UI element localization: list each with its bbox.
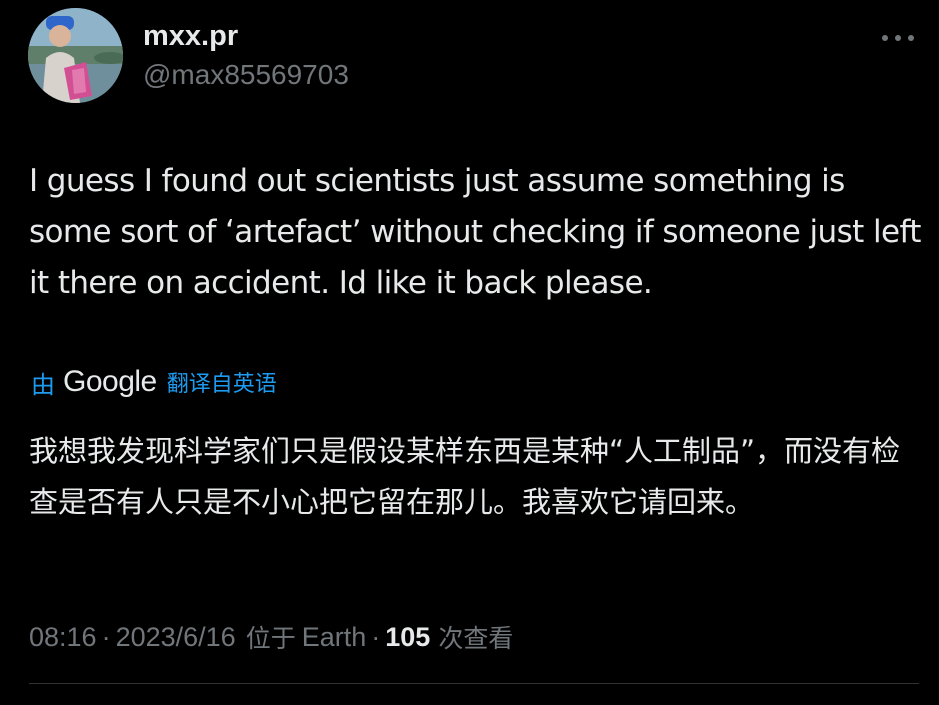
meta-separator: · <box>371 621 381 652</box>
user-photo-avatar <box>28 8 123 103</box>
views-count[interactable]: 105 <box>385 622 430 653</box>
divider <box>29 683 919 684</box>
translated-from-label: 翻译自英语 <box>166 372 277 397</box>
translate-by-label: 由 <box>31 370 55 399</box>
location-prefix: 位于 <box>245 624 296 653</box>
tweet-location: Earth <box>301 621 367 652</box>
translation-attribution[interactable]: 由 Google 翻译自英语 <box>31 362 277 402</box>
tweet-date[interactable]: 2023/6/16 <box>116 622 236 653</box>
display-name[interactable]: mxx.pr <box>143 18 238 54</box>
tweet: mxx.pr @max85569703 I guess I found out … <box>0 0 939 705</box>
google-logo: Google <box>63 365 157 398</box>
tweet-text: I guess I found out scientists just assu… <box>29 163 921 301</box>
more-options-button[interactable] <box>876 26 920 50</box>
tweet-time[interactable]: 08:16 <box>29 622 97 653</box>
avatar[interactable] <box>28 8 123 103</box>
meta-separator: · <box>101 621 111 652</box>
tweet-meta: 08:16 · 2023/6/16 位于 Earth · 105 次查看 <box>29 617 513 657</box>
translated-text: 我想我发现科学家们只是假设某样东西是某种“人工制品”，而没有检查是否有人只是不小… <box>29 434 901 519</box>
user-handle[interactable]: @max85569703 <box>143 57 349 93</box>
more-dots-icon <box>882 35 914 41</box>
views-label[interactable]: 次查看 <box>438 619 513 655</box>
